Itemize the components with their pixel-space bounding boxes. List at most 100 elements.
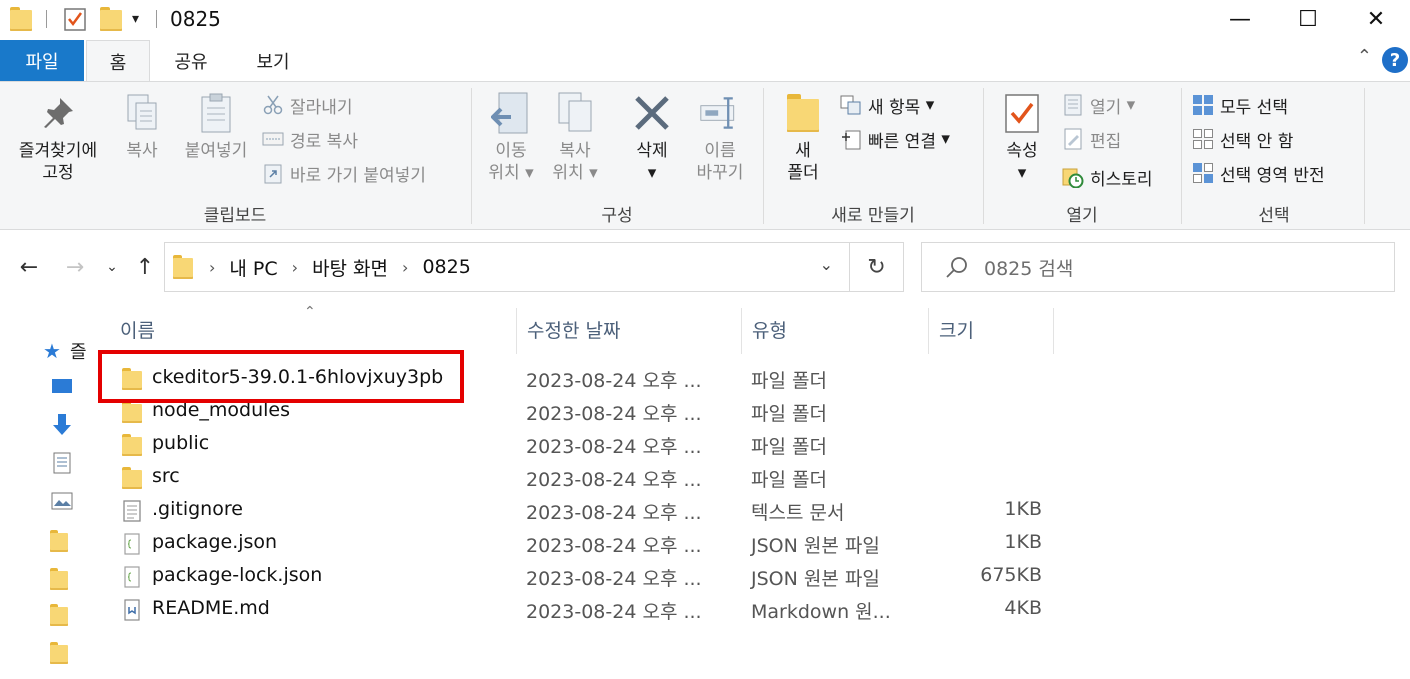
json-file-icon <box>122 533 142 555</box>
open-icon <box>1062 94 1084 116</box>
copy-to-icon <box>554 92 596 134</box>
chevron-right-icon[interactable]: › <box>209 258 215 277</box>
back-button[interactable]: ← <box>14 250 44 284</box>
select-none-icon <box>1192 128 1214 150</box>
chevron-right-icon[interactable]: › <box>402 258 408 277</box>
invert-selection-button[interactable]: 선택 영역 반전 <box>1192 160 1325 186</box>
copy-to-button[interactable]: 복사 위치 ▾ <box>544 92 606 184</box>
group-label-select: 선택 <box>1258 206 1290 226</box>
move-to-icon <box>490 92 532 134</box>
select-none-button[interactable]: 선택 안 함 <box>1192 126 1293 152</box>
up-button[interactable]: ↑ <box>130 250 160 284</box>
recent-locations-button[interactable]: ⌄ <box>102 250 122 284</box>
group-clipboard: 즐겨찾기에 고정 복사 붙여넣기 잘라내기 경로 복사 바로 가기 붙여넣기 클… <box>0 82 470 230</box>
delete-button[interactable]: 삭제 ▾ <box>622 92 682 184</box>
scissors-icon <box>262 94 284 116</box>
pin-quick-access-button[interactable]: 즐겨찾기에 고정 <box>6 92 110 184</box>
customize-toolbar-icon[interactable]: ▾ <box>132 6 139 32</box>
new-folder-icon <box>782 92 824 134</box>
nav-quick-access[interactable]: ★ 즐 <box>40 336 90 366</box>
collapse-ribbon-icon[interactable]: ⌃ <box>1357 46 1372 67</box>
desktop-icon <box>50 376 74 398</box>
forward-button[interactable]: → <box>60 250 90 284</box>
cut-button[interactable]: 잘라내기 <box>262 92 353 118</box>
download-arrow-icon <box>50 414 74 436</box>
group-organize: 이동 위치 ▾ 복사 위치 ▾ 삭제 ▾ 이름 바꾸기 구성 <box>472 82 762 230</box>
chevron-right-icon[interactable]: › <box>292 258 298 277</box>
search-input[interactable]: 0825 검색 <box>984 254 1073 281</box>
file-row-package-lock-json[interactable]: package-lock.json 2023-08-24 오후 ... JSON… <box>110 561 1070 593</box>
open-button[interactable]: 열기 ▾ <box>1062 92 1135 118</box>
help-icon[interactable]: ? <box>1382 47 1408 73</box>
new-item-icon <box>840 94 862 116</box>
breadcrumb-this-pc[interactable]: 내 PC <box>229 254 277 281</box>
maximize-button[interactable]: ☐ <box>1274 0 1342 38</box>
nav-folder[interactable] <box>50 526 90 556</box>
copy-icon <box>121 92 163 134</box>
tab-home[interactable]: 홈 <box>86 40 150 82</box>
column-header-name[interactable]: 이름 <box>120 304 516 354</box>
navigation-bar: ← → ⌄ ↑ › 내 PC › 바탕 화면 › 0825 ⌄ ↻ 0825 검… <box>0 232 1410 304</box>
title-bar: ▾ 0825 — ☐ ✕ <box>0 0 1410 38</box>
breadcrumb-current[interactable]: 0825 <box>422 256 470 278</box>
easy-access-button[interactable]: 빠른 연결 ▾ <box>840 126 950 152</box>
ribbon: 즐겨찾기에 고정 복사 붙여넣기 잘라내기 경로 복사 바로 가기 붙여넣기 클… <box>0 81 1410 230</box>
file-row-gitignore[interactable]: .gitignore 2023-08-24 오후 ... 텍스트 문서 1KB <box>110 495 1070 527</box>
select-all-button[interactable]: 모두 선택 <box>1192 92 1288 118</box>
search-icon <box>944 254 970 280</box>
json-file-icon <box>122 566 142 588</box>
group-select: 모두 선택 선택 안 함 선택 영역 반전 선택 <box>1182 82 1366 230</box>
nav-documents[interactable] <box>50 448 90 478</box>
new-item-button[interactable]: 새 항목 ▾ <box>840 92 934 118</box>
address-bar[interactable]: › 내 PC › 바탕 화면 › 0825 ⌄ ↻ <box>164 242 904 292</box>
paste-shortcut-button[interactable]: 바로 가기 붙여넣기 <box>262 160 426 186</box>
column-header-size[interactable]: 크기 <box>939 304 1053 354</box>
column-header-type[interactable]: 유형 <box>752 304 928 354</box>
copy-button[interactable]: 복사 <box>112 92 172 162</box>
file-row-src[interactable]: src 2023-08-24 오후 ... 파일 폴더 <box>110 462 1070 494</box>
file-row-public[interactable]: public 2023-08-24 오후 ... 파일 폴더 <box>110 429 1070 461</box>
paste-button[interactable]: 붙여넣기 <box>172 92 260 162</box>
document-icon <box>50 452 74 474</box>
nav-downloads[interactable] <box>50 410 90 440</box>
group-label-organize: 구성 <box>601 206 633 226</box>
tab-file[interactable]: 파일 <box>0 40 84 81</box>
search-box[interactable]: 0825 검색 <box>921 242 1395 292</box>
close-button[interactable]: ✕ <box>1342 0 1410 38</box>
file-row-readme-md[interactable]: README.md 2023-08-24 오후 ... Markdown 원..… <box>110 594 1070 626</box>
group-new: 새 폴더 새 항목 ▾ 빠른 연결 ▾ 새로 만들기 <box>764 82 982 230</box>
delete-x-icon <box>631 92 673 134</box>
nav-pictures[interactable] <box>50 486 90 516</box>
history-icon <box>1062 166 1084 188</box>
invert-selection-icon <box>1192 162 1214 184</box>
properties-button[interactable]: 속성 ▾ <box>996 92 1048 184</box>
nav-folder[interactable] <box>50 564 90 594</box>
nav-folder[interactable] <box>50 600 90 630</box>
group-label-new: 새로 만들기 <box>831 206 915 226</box>
edit-button[interactable]: 편집 <box>1062 126 1121 152</box>
folder-icon <box>122 401 142 423</box>
file-row-package-json[interactable]: package.json 2023-08-24 오후 ... JSON 원본 파… <box>110 528 1070 560</box>
new-folder-quick-icon[interactable] <box>100 6 122 32</box>
minimize-button[interactable]: — <box>1206 0 1274 38</box>
paste-icon <box>195 92 237 134</box>
properties-quick-icon[interactable] <box>64 6 86 32</box>
folder-icon <box>173 255 193 283</box>
tab-view[interactable]: 보기 <box>236 40 310 81</box>
move-to-button[interactable]: 이동 위치 ▾ <box>482 92 540 184</box>
refresh-button[interactable]: ↻ <box>849 243 903 291</box>
nav-folder[interactable] <box>50 638 90 668</box>
column-header-date[interactable]: 수정한 날짜 <box>527 304 741 354</box>
copy-path-button[interactable]: 경로 복사 <box>262 126 358 152</box>
group-open: 속성 ▾ 열기 ▾ 편집 히스토리 열기 <box>984 82 1180 230</box>
history-button[interactable]: 히스토리 <box>1062 164 1153 190</box>
new-folder-button[interactable]: 새 폴더 <box>778 92 828 184</box>
select-all-icon <box>1192 94 1214 116</box>
group-label-clipboard: 클립보드 <box>203 206 267 226</box>
breadcrumb-desktop[interactable]: 바탕 화면 <box>312 254 388 281</box>
picture-icon <box>50 490 74 512</box>
tab-share[interactable]: 공유 <box>158 40 224 81</box>
chevron-down-icon[interactable]: ⌄ <box>820 255 833 274</box>
nav-desktop[interactable] <box>50 372 90 402</box>
rename-button[interactable]: 이름 바꾸기 <box>686 92 754 184</box>
